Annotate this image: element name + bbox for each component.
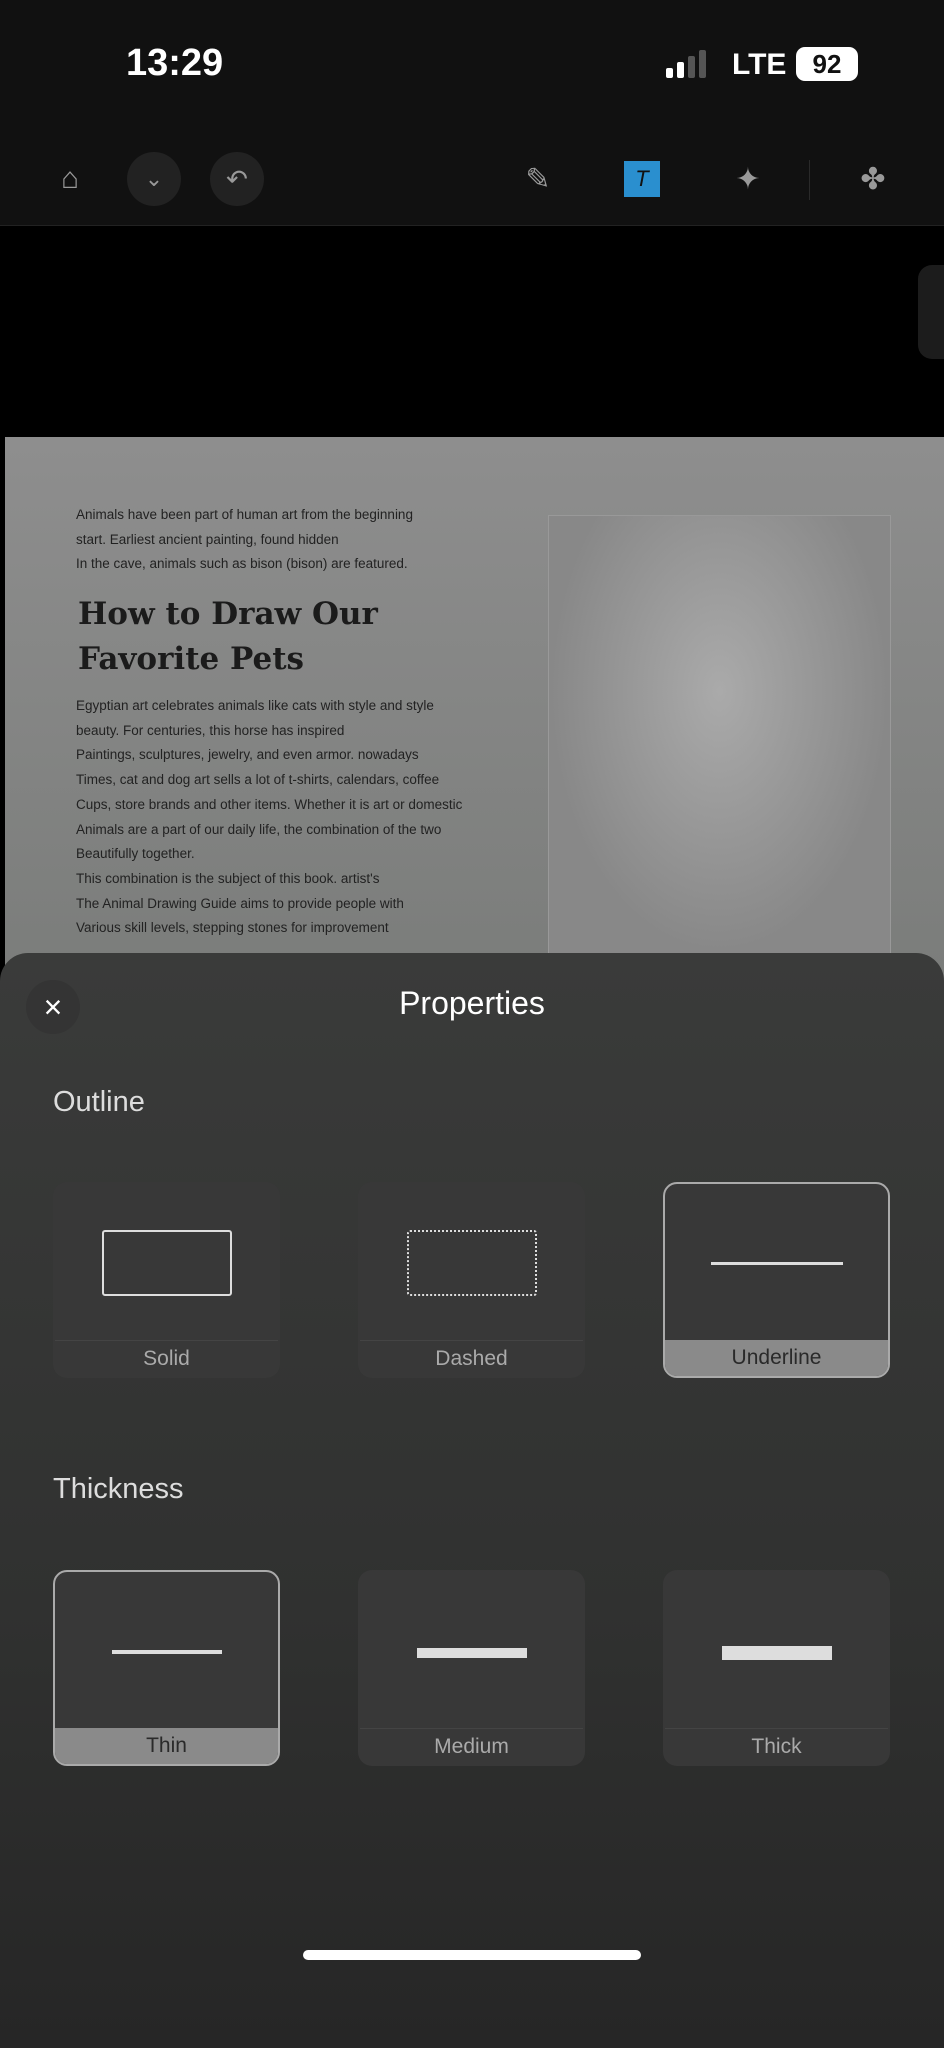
thickness-thick-option[interactable]: Thick bbox=[663, 1570, 890, 1766]
intro-text: Animals have been part of human art from… bbox=[76, 503, 413, 577]
option-label: Dashed bbox=[360, 1340, 583, 1376]
body-text: Egyptian art celebrates animals like cat… bbox=[76, 694, 462, 941]
network-type: LTE bbox=[732, 48, 787, 81]
option-label: Medium bbox=[360, 1728, 583, 1764]
chevron-down-icon[interactable]: ⌄ bbox=[127, 152, 181, 206]
thick-preview-icon bbox=[721, 1646, 832, 1660]
thickness-thin-option[interactable]: Thin bbox=[53, 1570, 280, 1766]
outline-dashed-option[interactable]: Dashed bbox=[358, 1182, 585, 1378]
side-panel-handle[interactable] bbox=[918, 265, 944, 359]
text-line: In the cave, animals such as bison (biso… bbox=[76, 556, 408, 572]
text-line: beauty. For centuries, this horse has in… bbox=[76, 722, 345, 738]
outline-label: Outline bbox=[53, 1086, 145, 1118]
underline-preview-icon bbox=[710, 1262, 843, 1265]
battery-icon: 92 bbox=[796, 47, 858, 81]
thin-preview-icon bbox=[111, 1650, 222, 1654]
text-line: Egyptian art celebrates animals like cat… bbox=[76, 698, 434, 713]
text-line: Times, cat and dog art sells a lot of t-… bbox=[76, 772, 440, 788]
home-icon[interactable]: ⌂ bbox=[43, 152, 97, 206]
ai-image-icon[interactable]: ✦ bbox=[721, 152, 775, 206]
solid-preview-icon bbox=[101, 1230, 232, 1296]
thickness-label: Thickness bbox=[53, 1473, 184, 1505]
sheet-title: Properties bbox=[399, 985, 545, 1021]
text-line: Various skill levels, stepping stones fo… bbox=[76, 920, 389, 936]
signal-icon bbox=[666, 50, 706, 78]
medium-preview-icon bbox=[416, 1648, 527, 1658]
thickness-medium-option[interactable]: Medium bbox=[358, 1570, 585, 1766]
outline-solid-option[interactable]: Solid bbox=[53, 1182, 280, 1378]
status-time: 13:29 bbox=[126, 42, 224, 84]
option-label: Underline bbox=[665, 1340, 888, 1376]
text-line: Cups, store brands and other items. Whet… bbox=[76, 796, 463, 812]
text-line: Paintings, sculptures, jewelry, and even… bbox=[76, 747, 419, 763]
document-heading: How to Draw Our Favorite Pets bbox=[78, 592, 378, 682]
home-indicator[interactable] bbox=[303, 1950, 641, 1960]
divider bbox=[809, 160, 810, 200]
text-line: Beautifully together. bbox=[76, 846, 195, 862]
dashed-preview-icon bbox=[406, 1230, 537, 1296]
properties-sheet: × Properties Outline Solid Dashed Underl… bbox=[0, 953, 944, 2048]
toolbar: ⌂ ⌄ ↶ ✎ T ✦ ✤ bbox=[0, 120, 944, 226]
option-label: Solid bbox=[55, 1340, 278, 1376]
option-label: Thick bbox=[665, 1728, 888, 1764]
undo-icon[interactable]: ↶ bbox=[210, 152, 264, 206]
text-line: This combination is the subject of this … bbox=[76, 870, 380, 886]
outline-underline-option[interactable]: Underline bbox=[663, 1182, 890, 1378]
dog-sketch-image bbox=[548, 515, 891, 955]
apps-grid-icon[interactable]: ✤ bbox=[846, 152, 900, 206]
highlighter-icon[interactable]: ✎ bbox=[511, 152, 565, 206]
text-line: Animals have been part of human art from… bbox=[76, 507, 413, 522]
text-line: Animals are a part of our daily life, th… bbox=[76, 821, 442, 837]
image-text-icon[interactable]: T bbox=[615, 152, 669, 206]
text-line: start. Earliest ancient painting, found … bbox=[76, 531, 339, 547]
heading-line: Favorite Pets bbox=[78, 641, 305, 677]
text-line: The Animal Drawing Guide aims to provide… bbox=[76, 895, 404, 911]
option-label: Thin bbox=[55, 1728, 278, 1764]
canvas-area bbox=[0, 227, 944, 437]
status-bar: 13:29 LTE 92 bbox=[0, 0, 944, 120]
heading-line: How to Draw Our bbox=[78, 596, 378, 632]
